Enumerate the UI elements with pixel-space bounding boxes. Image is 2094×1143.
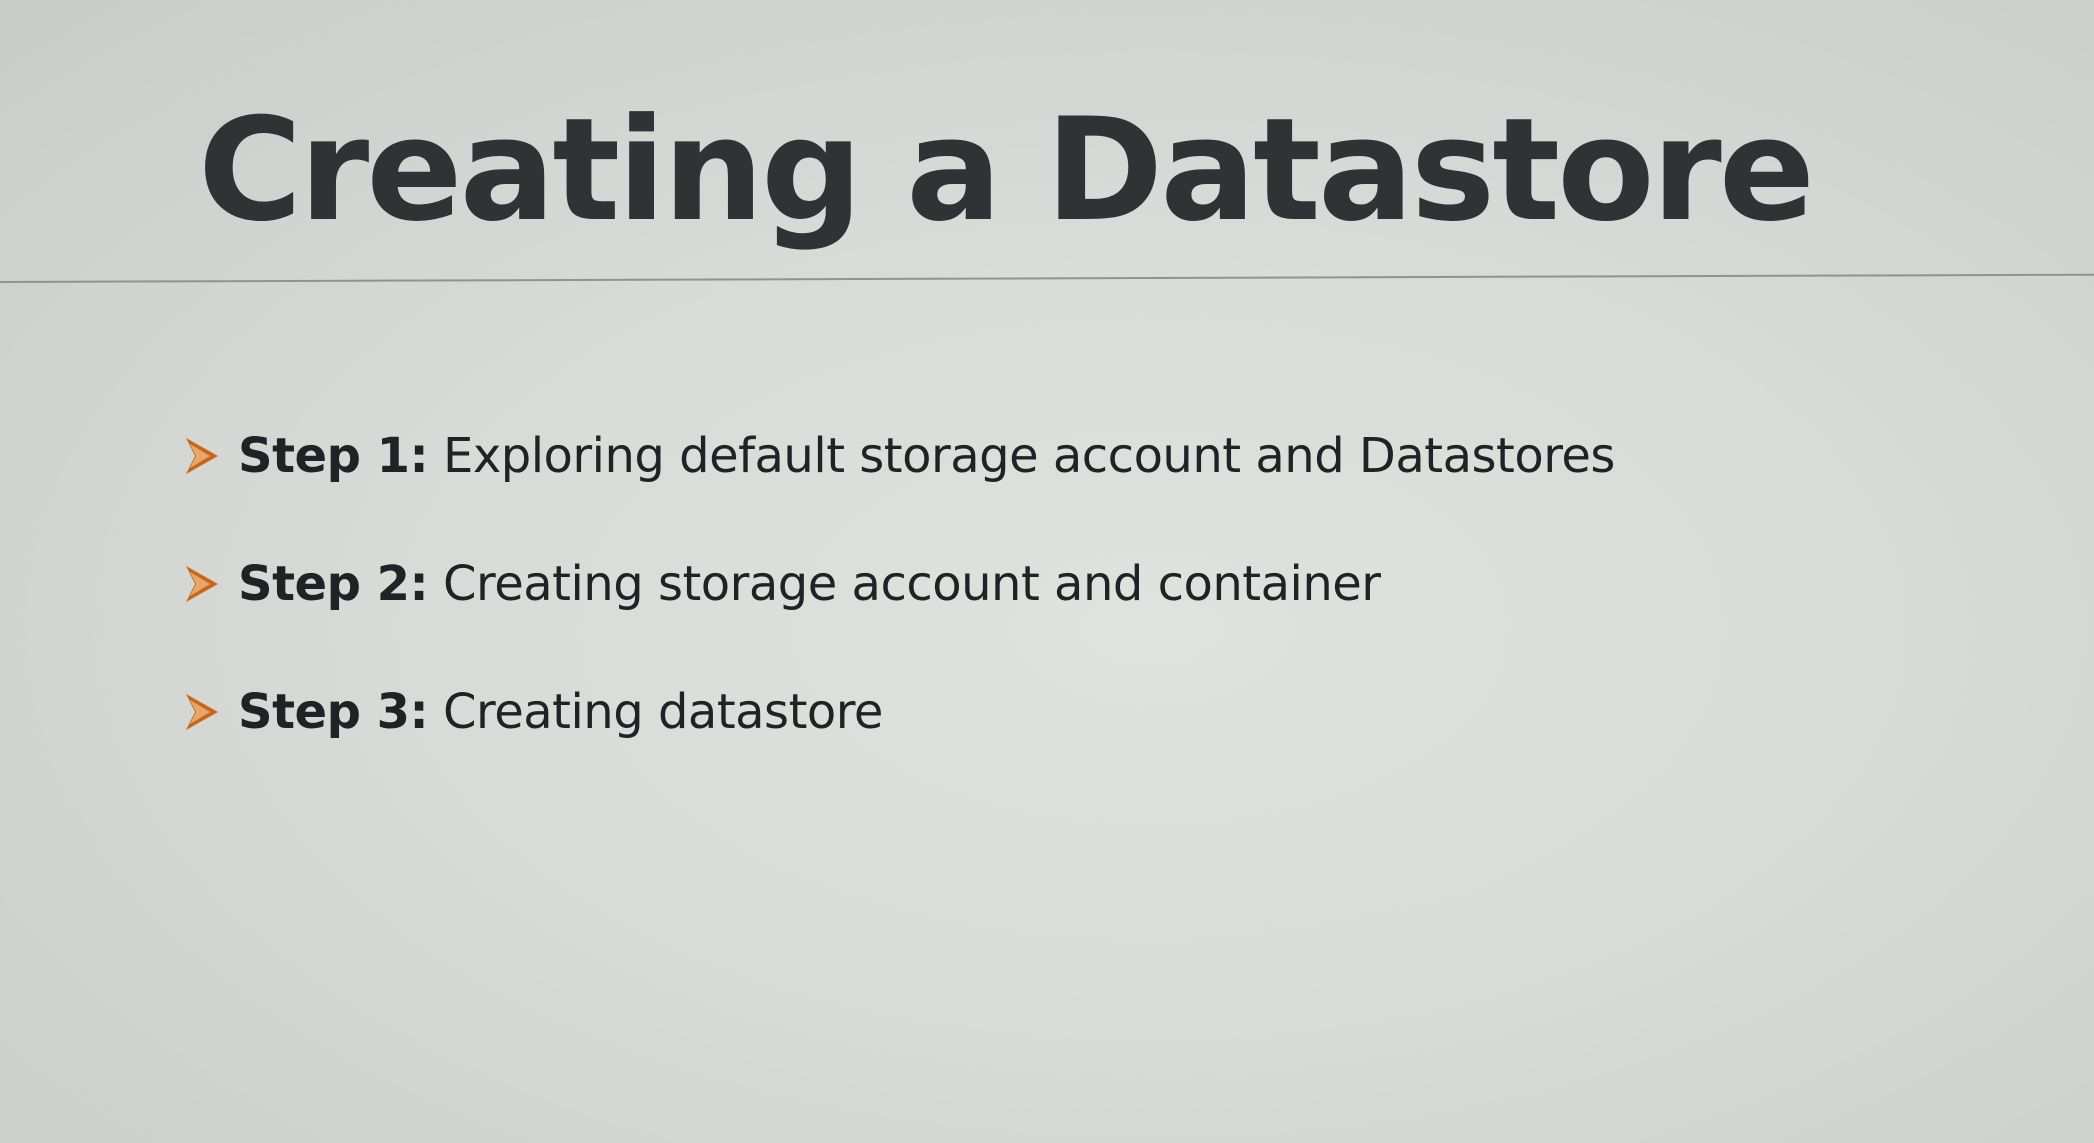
step-text: Step 1: Exploring default storage accoun… <box>238 428 1615 484</box>
presentation-slide: Creating a Datastore Step 1: Exploring d… <box>0 0 2094 1143</box>
step-text: Step 3: Creating datastore <box>238 684 883 740</box>
arrowhead-bullet-icon <box>186 694 218 730</box>
step-description: Exploring default storage account and Da… <box>428 428 1615 484</box>
step-text: Step 2: Creating storage account and con… <box>238 556 1381 612</box>
step-list: Step 1: Exploring default storage accoun… <box>184 392 1615 776</box>
slide-title: Creating a Datastore <box>198 88 1815 253</box>
list-item: Step 2: Creating storage account and con… <box>184 520 1615 648</box>
step-label: Step 3: <box>238 684 429 740</box>
step-label: Step 2: <box>238 556 429 612</box>
step-description: Creating storage account and container <box>428 556 1381 612</box>
arrowhead-bullet-icon <box>186 566 218 602</box>
step-description: Creating datastore <box>428 684 883 740</box>
list-item: Step 3: Creating datastore <box>184 648 1615 776</box>
arrowhead-bullet-icon <box>186 438 218 474</box>
step-label: Step 1: <box>238 428 429 484</box>
list-item: Step 1: Exploring default storage accoun… <box>184 392 1615 520</box>
title-divider <box>0 273 2094 283</box>
